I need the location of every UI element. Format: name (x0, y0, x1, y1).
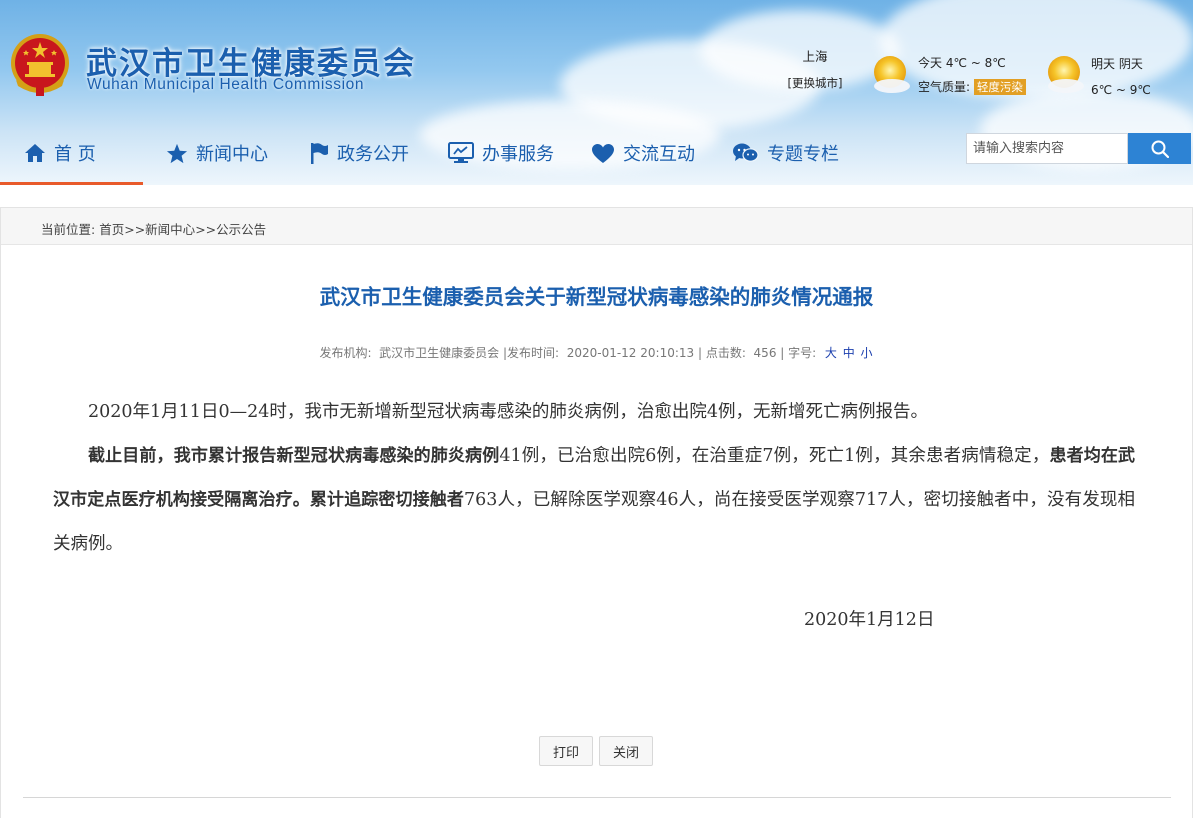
font-size-small[interactable]: 小 (861, 346, 873, 360)
clicks-label: 点击数: (705, 346, 746, 360)
nav-item-label: 政务公开 (337, 144, 409, 165)
tomorrow-weather: 阴天 (1118, 57, 1143, 71)
nav-item-services[interactable]: 办事服务 (448, 128, 554, 178)
breadcrumb-bar: 当前位置: 首页>>新闻中心>>公示公告 (1, 208, 1192, 245)
article-title: 武汉市卫生健康委员会关于新型冠状病毒感染的肺炎情况通报 (319, 285, 874, 309)
site-brand[interactable]: 武汉市卫生健康委员会 Wuhan Municipal Health Commis… (8, 30, 428, 110)
nav-item-home[interactable]: 首 页 (24, 128, 96, 178)
search-icon (1151, 140, 1169, 158)
chat-icon (733, 143, 759, 162)
main-nav: 首 页 新闻中心 政务公开 办事服务 交流互动 专题专栏 (0, 128, 960, 184)
flag-icon (311, 143, 328, 164)
site-title-en: Wuhan Municipal Health Commission (87, 76, 365, 93)
sun-cloud-icon (874, 56, 910, 93)
content-panel: 当前位置: 首页>>新闻中心>>公示公告 武汉市卫生健康委员会关于新型冠状病毒感… (0, 207, 1193, 818)
search-button[interactable] (1128, 133, 1191, 164)
nav-item-label: 首 页 (54, 144, 96, 165)
breadcrumb-news[interactable]: 新闻中心 (145, 222, 195, 237)
publish-time-label: 发布时间: (507, 346, 560, 360)
nav-item-government[interactable]: 政务公开 (309, 128, 409, 178)
site-header: 武汉市卫生健康委员会 Wuhan Municipal Health Commis… (0, 0, 1193, 185)
font-size-label: 字号: (788, 346, 817, 360)
nav-item-label: 办事服务 (482, 144, 554, 165)
nav-active-indicator (0, 182, 143, 185)
publisher-label: 发布机构: (319, 346, 372, 360)
article-meta: 发布机构: 武汉市卫生健康委员会 | 发布时间: 2020-01-12 20:10… (1, 344, 1192, 361)
breadcrumb-home[interactable]: 首页 (99, 222, 124, 237)
meta-separator: | (697, 346, 703, 360)
city-name: 上海 (802, 49, 828, 64)
meta-separator: | (780, 346, 785, 360)
breadcrumb-prefix: 当前位置: (41, 222, 96, 237)
tomorrow-temp: 6℃ ~ 9℃ (1091, 83, 1151, 97)
breadcrumb-separator: >> (124, 222, 146, 237)
article-sign-date: 2020年1月12日 (804, 610, 935, 630)
article-paragraph-1: 2020年1月11日0—24时，我市无新增新型冠状病毒感染的肺炎病例，治愈出院4… (88, 402, 928, 422)
font-size-large[interactable]: 大 (825, 346, 837, 360)
monitor-icon (448, 142, 474, 163)
nav-item-topics[interactable]: 专题专栏 (732, 128, 839, 178)
nav-item-news[interactable]: 新闻中心 (166, 128, 268, 178)
breadcrumb-separator: >> (195, 222, 217, 237)
today-label: 今天 (918, 56, 943, 70)
national-emblem-icon (11, 34, 69, 96)
close-button[interactable]: 关闭 (599, 736, 654, 766)
tomorrow-label: 明天 (1091, 57, 1116, 71)
click-count: 456 (753, 346, 777, 360)
print-button[interactable]: 打印 (539, 736, 594, 766)
star-icon (166, 143, 188, 163)
footer-divider (23, 797, 1171, 798)
change-city-link[interactable]: [更换城市] (780, 75, 850, 91)
sun-cloud-icon (1048, 56, 1084, 93)
article-paragraph-2: 截止目前，我市累计报告新型冠状病毒感染的肺炎病例41例，已治愈出院6例，在治重症… (53, 434, 1135, 566)
weather-today: 今天 4℃ ~ 8℃ 空气质量: 轻度污染 (918, 51, 1026, 99)
weather-tomorrow: 明天 阴天 6℃ ~ 9℃ (1091, 51, 1151, 103)
breadcrumb: 当前位置: 首页>>新闻中心>>公示公告 (41, 219, 266, 238)
search-input[interactable] (966, 133, 1128, 164)
article-body: 2020年1月11日0—24时，我市无新增新型冠状病毒感染的肺炎病例，治愈出院4… (53, 390, 1135, 566)
nav-item-label: 交流互动 (623, 144, 695, 165)
nav-item-label: 新闻中心 (196, 144, 268, 165)
heart-icon (592, 143, 614, 163)
air-quality-label: 空气质量: (918, 80, 971, 94)
home-icon (25, 144, 45, 162)
air-quality-badge: 轻度污染 (973, 79, 1026, 95)
publish-time: 2020-01-12 20:10:13 (566, 346, 695, 360)
font-size-medium[interactable]: 中 (843, 346, 855, 360)
today-temp: 4℃ ~ 8℃ (945, 56, 1006, 70)
paragraph-bold-text: 截止目前，我市累计报告新型冠状病毒感染的肺炎病例 (88, 446, 500, 466)
breadcrumb-notices[interactable]: 公示公告 (216, 222, 266, 237)
publisher: 武汉市卫生健康委员会 (379, 346, 500, 360)
nav-item-label: 专题专栏 (767, 144, 839, 165)
paragraph-text: 41例，已治愈出院6例，在治重症7例，死亡1例，其余患者病情稳定， (499, 446, 1050, 466)
city-widget: 上海 [更换城市] (780, 46, 850, 91)
nav-item-interaction[interactable]: 交流互动 (591, 128, 695, 178)
